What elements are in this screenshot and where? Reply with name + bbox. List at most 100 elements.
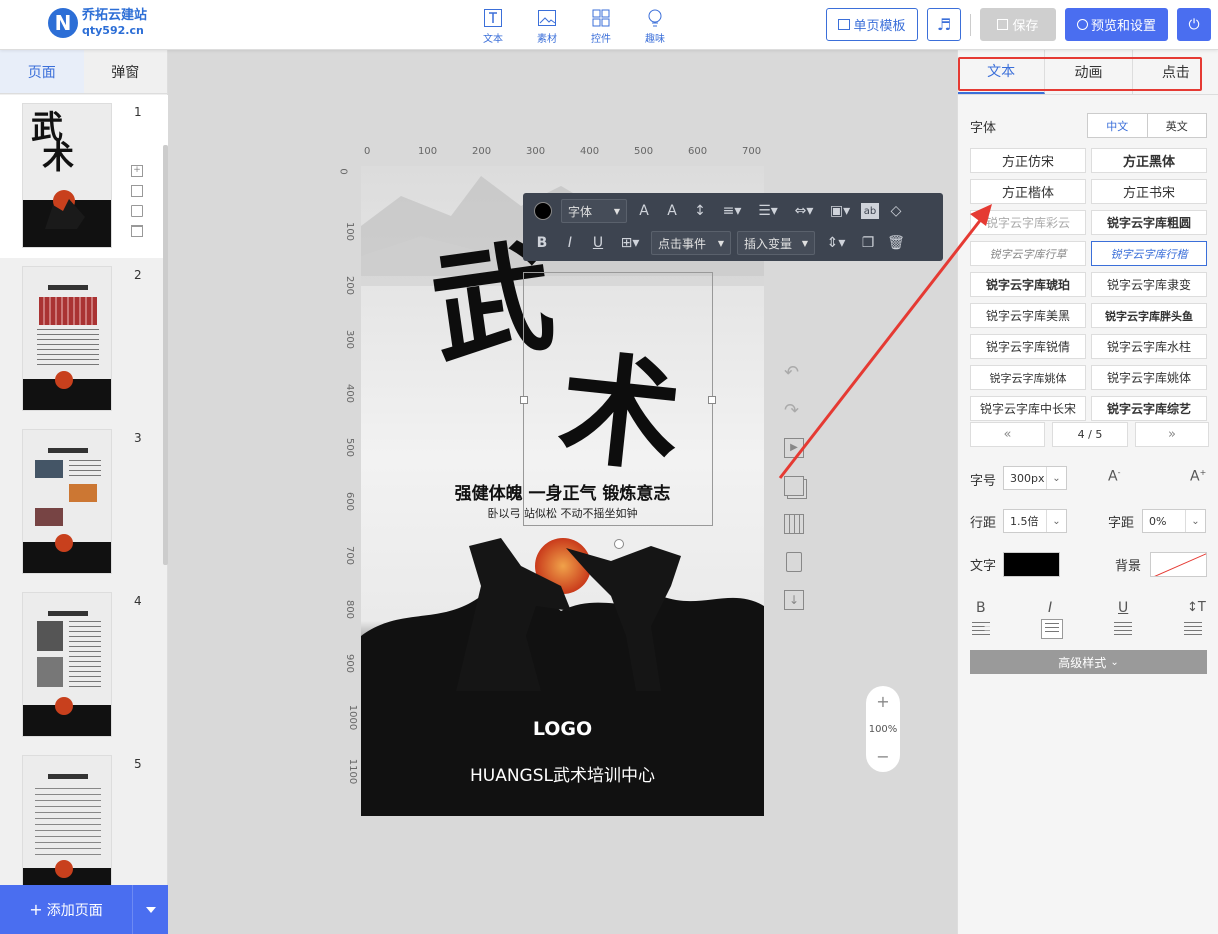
page-item[interactable]: 4 bbox=[0, 584, 168, 747]
font-option[interactable]: 锐字云字库综艺 bbox=[1091, 396, 1207, 421]
tool-material[interactable]: 素材 bbox=[520, 8, 574, 45]
lang-english[interactable]: 英文 bbox=[1148, 114, 1207, 137]
page-list: 武 术 1 + 2 3 4 5 bbox=[0, 95, 168, 885]
font-language-toggle: 中文 英文 bbox=[1087, 113, 1207, 138]
font-option[interactable]: 锐字云字库隶变 bbox=[1091, 272, 1207, 297]
decrease-font-icon[interactable]: A- bbox=[1108, 468, 1120, 485]
resize-handle[interactable] bbox=[708, 396, 716, 404]
font-size-select[interactable]: 300px ⌄ bbox=[1003, 466, 1067, 490]
resize-handle[interactable] bbox=[520, 396, 528, 404]
download-icon[interactable]: ↓ bbox=[784, 590, 804, 610]
add-page-button[interactable]: + 添加页面 bbox=[0, 885, 132, 934]
preview-settings-button[interactable]: 预览和设置 bbox=[1065, 8, 1168, 41]
zoom-out-icon[interactable]: − bbox=[876, 747, 889, 766]
letter-spacing-label: 字距 bbox=[1108, 516, 1135, 531]
page-number: 1 bbox=[134, 105, 142, 119]
page-list-scrollbar[interactable] bbox=[163, 145, 168, 565]
page-item[interactable]: 5 bbox=[0, 747, 168, 885]
tool-text[interactable]: 文本 bbox=[466, 8, 520, 45]
ruler-tick: 100 bbox=[418, 146, 438, 157]
text-height-icon[interactable]: ↕ bbox=[689, 200, 711, 222]
selection-box[interactable] bbox=[520, 272, 716, 549]
align-right-icon[interactable] bbox=[1114, 622, 1132, 636]
org-name-text[interactable]: HUANGSL武术培训中心 bbox=[361, 761, 764, 786]
font-option[interactable]: 锐字云字库水柱 bbox=[1091, 334, 1207, 359]
ruler-tick: 800 bbox=[344, 599, 356, 620]
no-color-icon bbox=[1154, 553, 1206, 576]
font-family-select[interactable]: 字体 ▼ bbox=[561, 199, 627, 223]
bulb-icon bbox=[648, 9, 662, 27]
pager-next[interactable]: » bbox=[1135, 422, 1209, 447]
add-icon[interactable]: + bbox=[131, 165, 143, 177]
device-icon[interactable] bbox=[786, 552, 802, 572]
tool-fun[interactable]: 趣味 bbox=[628, 8, 682, 45]
advanced-style-button[interactable]: 高级样式 ⌄ bbox=[970, 650, 1207, 674]
text-color-swatch[interactable] bbox=[531, 199, 555, 223]
ruler-top: 0 100 200 300 400 500 600 700 bbox=[361, 146, 765, 160]
poster-logo[interactable]: LOGO bbox=[361, 718, 764, 740]
align-center-icon[interactable] bbox=[1041, 619, 1063, 639]
save-button[interactable]: 保存 bbox=[980, 8, 1056, 41]
logo[interactable]: N 乔拓云建站 qty592.cn bbox=[48, 8, 147, 38]
align-icon[interactable]: ≡▾ bbox=[717, 200, 747, 222]
font-option[interactable]: 方正黑体 bbox=[1091, 148, 1207, 173]
template-icon[interactable] bbox=[131, 185, 143, 197]
page-item[interactable]: 3 bbox=[0, 421, 168, 584]
rotate-handle[interactable] bbox=[614, 539, 624, 549]
align-left-icon[interactable] bbox=[972, 622, 990, 636]
italic-icon[interactable]: I bbox=[1048, 600, 1052, 616]
font-size-down-icon[interactable]: A bbox=[661, 200, 683, 222]
align-justify-icon[interactable] bbox=[1184, 622, 1202, 636]
underline-icon[interactable]: U bbox=[587, 232, 609, 254]
font-select-label: 字体 bbox=[568, 204, 593, 219]
font-option[interactable]: 锐字云字库姚体 bbox=[1091, 365, 1207, 390]
font-option-selected[interactable]: 锐字云字库行楷 bbox=[1091, 241, 1207, 266]
font-option[interactable]: 方正仿宋 bbox=[970, 148, 1086, 173]
bold-icon[interactable]: B bbox=[531, 232, 553, 254]
italic-icon[interactable]: I bbox=[559, 232, 581, 254]
increase-font-icon[interactable]: A+ bbox=[1190, 468, 1206, 485]
background-color-picker[interactable] bbox=[1150, 552, 1207, 577]
advanced-style-label: 高级样式 bbox=[1058, 655, 1107, 670]
copy-icon[interactable] bbox=[131, 205, 143, 217]
single-page-template-button[interactable]: 单页模板 bbox=[826, 8, 918, 41]
bold-icon[interactable]: B bbox=[976, 600, 986, 616]
page-thumbnail[interactable]: 武 术 bbox=[22, 103, 112, 248]
ruler-tick: 900 bbox=[344, 653, 356, 674]
ruler-tick: 300 bbox=[344, 329, 356, 350]
music-button[interactable]: ♬ bbox=[927, 8, 961, 41]
text-height-icon[interactable]: ↕T bbox=[1187, 600, 1206, 615]
highlight-box bbox=[958, 57, 1202, 91]
click-event-select[interactable]: 点击事件 ▼ bbox=[651, 231, 731, 255]
widget-icon bbox=[592, 9, 610, 27]
font-option[interactable]: 锐字云字库粗圆 bbox=[1091, 210, 1207, 235]
tab-popups[interactable]: 弹窗 bbox=[84, 50, 168, 93]
grid-icon[interactable] bbox=[784, 514, 804, 534]
add-page-label: 添加页面 bbox=[46, 902, 103, 919]
font-option[interactable]: 方正书宋 bbox=[1091, 179, 1207, 204]
lang-chinese[interactable]: 中文 bbox=[1088, 114, 1148, 137]
poster-canvas[interactable]: 武 术 强健体魄 一身正气 锻炼意志 卧以弓 站似松 不动不摇坐如钟 LOGO … bbox=[361, 166, 764, 816]
page-thumbnail[interactable] bbox=[22, 592, 112, 737]
page-thumbnail[interactable] bbox=[22, 755, 112, 885]
border-icon[interactable]: ⊞▾ bbox=[615, 232, 645, 254]
tab-pages[interactable]: 页面 bbox=[0, 50, 84, 93]
logo-domain: qty592.cn bbox=[82, 24, 144, 37]
power-button[interactable]: ⏻ bbox=[1177, 8, 1211, 41]
add-page-dropdown[interactable] bbox=[132, 885, 168, 934]
line-height-select[interactable]: 1.5倍 ⌄ bbox=[1003, 509, 1067, 533]
music-icon: ♬ bbox=[936, 15, 952, 34]
font-option[interactable]: 锐字云字库胖头鱼 bbox=[1091, 303, 1207, 328]
trash-icon[interactable] bbox=[131, 225, 143, 237]
text-color-picker[interactable] bbox=[1003, 552, 1060, 577]
font-size-up-icon[interactable]: A bbox=[633, 200, 655, 222]
ruler-tick: 1000 bbox=[347, 704, 359, 731]
page-thumbnail[interactable] bbox=[22, 266, 112, 411]
letter-spacing-select[interactable]: 0% ⌄ bbox=[1142, 509, 1206, 533]
page-thumbnail[interactable] bbox=[22, 429, 112, 574]
page-item[interactable]: 2 bbox=[0, 258, 168, 421]
tool-widget[interactable]: 控件 bbox=[574, 8, 628, 45]
page-item[interactable]: 武 术 1 + bbox=[0, 95, 168, 258]
zoom-in-icon[interactable]: + bbox=[876, 692, 889, 711]
underline-icon[interactable]: U bbox=[1118, 600, 1128, 616]
